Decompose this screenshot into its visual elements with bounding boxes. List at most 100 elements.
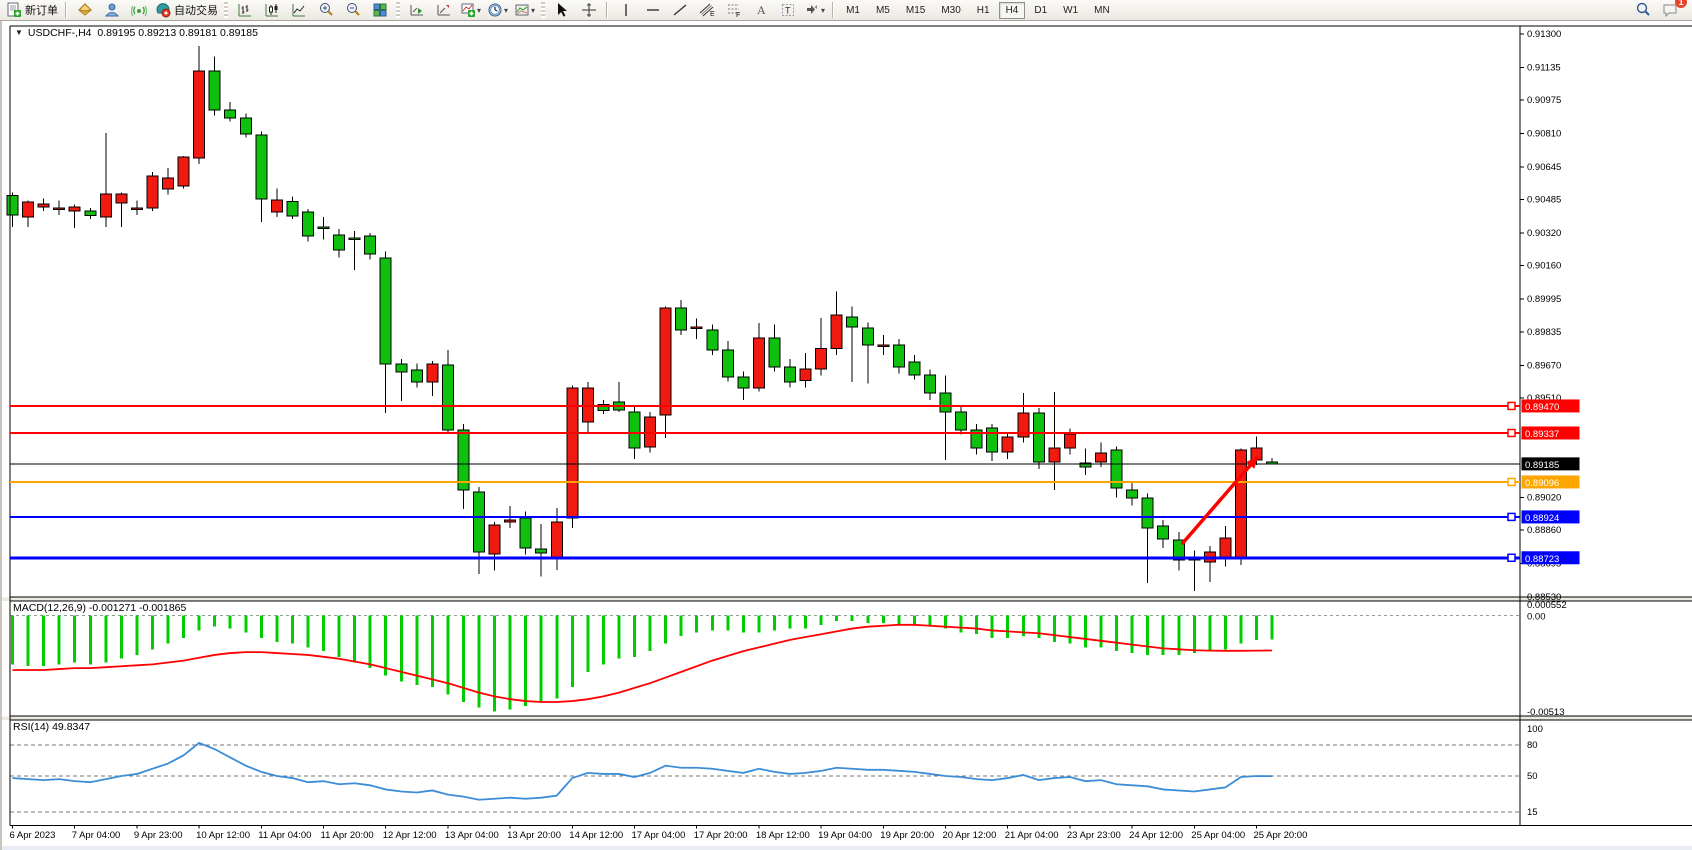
chart-canvas[interactable]: 0.913000.911350.909750.908100.906450.904…: [2, 21, 1692, 850]
candle-bull: [1096, 453, 1107, 462]
indicators-button[interactable]: ▾: [457, 0, 484, 21]
chart-window[interactable]: 0.913000.911350.909750.908100.906450.904…: [0, 21, 1692, 850]
candle-bear: [380, 258, 391, 364]
horizontal-line-button[interactable]: [639, 0, 666, 21]
timeframe-m5[interactable]: M5: [869, 2, 897, 19]
arrows-button[interactable]: ▾: [801, 0, 828, 21]
editor-button[interactable]: [71, 0, 98, 21]
candle-bear: [318, 227, 329, 229]
search-button[interactable]: [1629, 0, 1656, 21]
zoom-in-button[interactable]: [312, 0, 339, 21]
chat-button[interactable]: 1: [1656, 0, 1683, 21]
toolbar-grip: [224, 2, 228, 18]
horizontal-line-icon: [645, 2, 661, 18]
equidistant-channel-icon: E: [699, 2, 715, 18]
time-axis-label: 18 Apr 12:00: [756, 830, 810, 841]
price-tick-label: 0.90810: [1527, 129, 1561, 140]
top-toolbar: 新订单 自动交易: [0, 0, 1692, 21]
chart-ohlc-values: 0.89195 0.89213 0.89181 0.89185: [97, 27, 258, 39]
price-tick-label: 0.89020: [1527, 492, 1561, 503]
candle-bear: [940, 393, 951, 412]
signals-button[interactable]: [125, 0, 152, 21]
window-bottom-frame: [2, 846, 1692, 850]
price-tick-label: 0.90645: [1527, 162, 1561, 173]
tile-windows-button[interactable]: [366, 0, 393, 21]
candle-bull: [163, 178, 174, 189]
time-axis-label: 6 Apr 2023: [10, 830, 56, 841]
timeframe-h4[interactable]: H4: [999, 2, 1026, 19]
timeframe-mn[interactable]: MN: [1087, 2, 1117, 19]
pane-divider[interactable]: [2, 598, 1692, 602]
toolbar-grip: [396, 2, 400, 18]
zoom-out-button[interactable]: [339, 0, 366, 21]
rsi-axis-label: 15: [1527, 807, 1538, 818]
candle-bear: [411, 370, 422, 382]
price-tick-label: 0.88860: [1527, 525, 1561, 536]
candle-bull: [194, 71, 205, 158]
level-marker[interactable]: [1508, 402, 1515, 409]
pane-divider[interactable]: [2, 717, 1692, 721]
level-price-tag-label: 0.88924: [1525, 513, 1559, 524]
svg-text:T: T: [785, 6, 791, 16]
timeframe-m15[interactable]: M15: [899, 2, 932, 19]
candle-bull: [147, 176, 158, 208]
level-marker[interactable]: [1508, 478, 1515, 485]
crosshair-button[interactable]: [575, 0, 602, 21]
candle-bear: [924, 375, 935, 393]
cursor-button[interactable]: [548, 0, 575, 21]
templates-icon: [514, 2, 530, 18]
level-marker[interactable]: [1508, 513, 1515, 520]
price-tick-label: 0.89670: [1527, 360, 1561, 371]
candle-bear: [474, 492, 485, 552]
text-button[interactable]: A: [747, 0, 774, 21]
trendline-button[interactable]: [666, 0, 693, 21]
templates-button[interactable]: ▾: [511, 0, 538, 21]
timeframe-w1[interactable]: W1: [1056, 2, 1085, 19]
candle-bull: [1235, 450, 1246, 557]
candle-bull: [100, 194, 111, 217]
candle-bull: [131, 208, 142, 210]
line-chart-button[interactable]: [285, 0, 312, 21]
chart-shift-button[interactable]: [430, 0, 457, 21]
candle-bear: [520, 518, 531, 548]
auto-scroll-button[interactable]: [403, 0, 430, 21]
candle-bear: [722, 350, 733, 377]
candle-bull: [878, 345, 889, 347]
candle-bear: [987, 428, 998, 452]
price-tick-label: 0.91300: [1527, 29, 1561, 40]
chart-dropdown-icon[interactable]: ▼: [15, 28, 23, 37]
price-tick-label: 0.89835: [1527, 327, 1561, 338]
candle-bull: [753, 338, 764, 388]
equidistant-channel-button[interactable]: E: [693, 0, 720, 21]
price-tick-label: 0.90485: [1527, 195, 1561, 206]
new-order-button[interactable]: 新订单: [3, 0, 61, 21]
chart-symbol-period: USDCHF-,H4: [28, 27, 92, 39]
candle-bear: [893, 345, 904, 367]
timeframe-m30[interactable]: M30: [934, 2, 967, 19]
fibonacci-button[interactable]: F: [720, 0, 747, 21]
timeframe-d1[interactable]: D1: [1027, 2, 1054, 19]
level-marker[interactable]: [1508, 554, 1515, 561]
text-label-button[interactable]: T: [774, 0, 801, 21]
community-button[interactable]: [98, 0, 125, 21]
level-price-tag-label: 0.89337: [1525, 429, 1559, 440]
candle-bear: [365, 236, 376, 254]
crosshair-icon: [581, 2, 597, 18]
timeframe-h1[interactable]: H1: [970, 2, 997, 19]
vertical-line-icon: [618, 2, 634, 18]
community-icon: [104, 2, 120, 18]
timeframe-m1[interactable]: M1: [839, 2, 867, 19]
candle-bear: [349, 238, 360, 240]
candle-bull: [1064, 434, 1075, 448]
level-marker[interactable]: [1508, 429, 1515, 436]
vertical-line-button[interactable]: [612, 0, 639, 21]
autotrading-label: 自动交易: [174, 2, 218, 18]
periods-button[interactable]: ▾: [484, 0, 511, 21]
candle-bear: [785, 367, 796, 382]
arrows-icon: [804, 2, 820, 18]
candlestick-chart-button[interactable]: [258, 0, 285, 21]
autotrading-button[interactable]: 自动交易: [152, 0, 221, 21]
bar-chart-button[interactable]: [231, 0, 258, 21]
level-price-tag-label: 0.89185: [1525, 460, 1559, 471]
chart-title: ▼ USDCHF-,H4 0.89195 0.89213 0.89181 0.89…: [15, 27, 258, 39]
